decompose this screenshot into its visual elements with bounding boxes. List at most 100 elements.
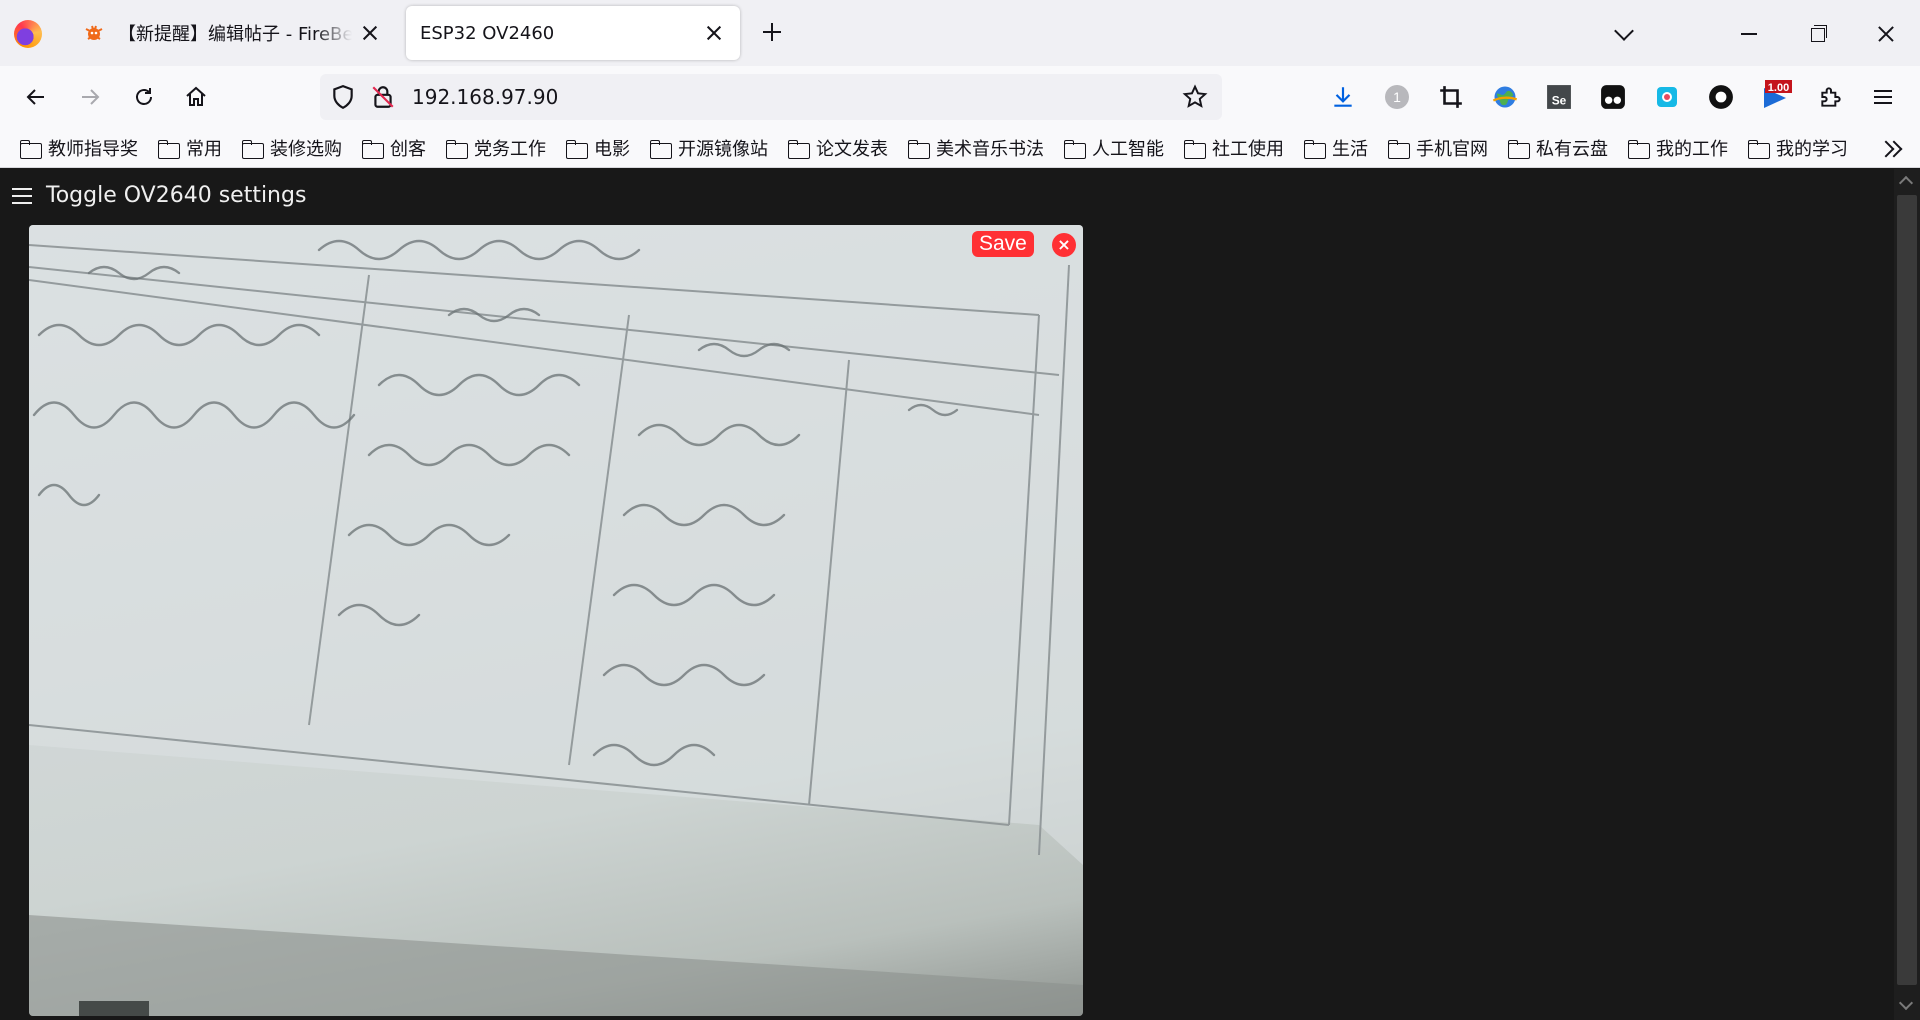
list-all-tabs-chevron-icon[interactable] [1606, 16, 1642, 52]
bookmark-label: 开源镜像站 [678, 139, 768, 160]
back-arrow-icon[interactable] [18, 79, 54, 115]
download-icon[interactable] [1326, 80, 1360, 114]
folder-icon [650, 139, 672, 159]
bookmark-folder[interactable]: 创客 [362, 134, 426, 162]
tab-close-icon[interactable] [702, 21, 726, 45]
folder-icon [1388, 139, 1410, 159]
tab-edit-post[interactable]: 【新提醒】编辑帖子 - FireBeetle [66, 6, 396, 60]
scroll-up-arrow-icon[interactable] [1898, 175, 1914, 191]
video-speed-icon[interactable]: 1.00 [1758, 80, 1792, 114]
more-bookmarks-chevron-icon[interactable] [1880, 138, 1902, 160]
counter-badge-text: 1 [1393, 89, 1401, 105]
folder-icon [20, 139, 42, 159]
bookmark-star-icon[interactable] [1182, 84, 1208, 114]
bookmark-folder[interactable]: 党务工作 [446, 134, 546, 162]
bookmark-folder[interactable]: 美术音乐书法 [908, 134, 1044, 162]
navigation-toolbar: 192.168.97.90 1 Se 1.00 [0, 66, 1920, 128]
folder-icon [362, 139, 384, 159]
tab-title: 【新提醒】编辑帖子 - FireBeetle [118, 24, 352, 45]
selenium-label: Se [1552, 94, 1567, 108]
bookmark-folder[interactable]: 生活 [1304, 134, 1368, 162]
bookmark-label: 常用 [186, 139, 222, 160]
folder-icon [1064, 139, 1086, 159]
save-button[interactable]: Save [972, 231, 1034, 257]
folder-icon [566, 139, 588, 159]
bookmark-label: 装修选购 [270, 139, 342, 160]
bookmark-folder[interactable]: 手机官网 [1388, 134, 1488, 162]
bookmark-label: 论文发表 [816, 139, 888, 160]
bookmark-folder[interactable]: 装修选购 [242, 134, 342, 162]
bookmark-folder[interactable]: 教师指导奖 [20, 134, 138, 162]
home-icon[interactable] [178, 79, 214, 115]
crop-tool-icon[interactable] [1434, 80, 1468, 114]
forward-arrow-icon[interactable] [72, 79, 108, 115]
bookmark-label: 电影 [594, 139, 630, 160]
bookmark-folder[interactable]: 常用 [158, 134, 222, 162]
tab-title: ESP32 OV2460 [420, 22, 555, 44]
minimize-window-icon[interactable] [1731, 16, 1767, 52]
bookmark-label: 美术音乐书法 [936, 139, 1044, 160]
tab-esp32[interactable]: ESP32 OV2460 [406, 6, 740, 60]
shield-icon[interactable] [330, 84, 356, 114]
bookmark-label: 创客 [390, 139, 426, 160]
folder-icon [1304, 139, 1326, 159]
scrollbar-thumb[interactable] [1897, 195, 1917, 985]
url-text[interactable]: 192.168.97.90 [412, 85, 558, 109]
bookmark-label: 生活 [1332, 139, 1368, 160]
scroll-down-arrow-icon[interactable] [1898, 995, 1914, 1011]
restore-window-icon[interactable] [1800, 16, 1836, 52]
bookmark-folder[interactable]: 我的学习 [1748, 134, 1848, 162]
firefox-logo-icon[interactable] [14, 20, 42, 48]
bookmark-folder[interactable]: 论文发表 [788, 134, 888, 162]
folder-icon [908, 139, 930, 159]
bookmark-label: 社工使用 [1212, 139, 1284, 160]
bookmark-label: 我的工作 [1656, 139, 1728, 160]
firebeetle-favicon-icon [80, 19, 108, 47]
tampermonkey-icon[interactable] [1596, 80, 1630, 114]
bookmarks-toolbar: 教师指导奖 常用 装修选购 创客 党务工作 电影 开源镜像站 论文发表 美术音乐… [0, 128, 1920, 168]
folder-icon [158, 139, 180, 159]
address-bar[interactable]: 192.168.97.90 [320, 74, 1222, 120]
new-tab-icon[interactable] [758, 18, 786, 46]
counter-extension-icon[interactable]: 1 [1380, 80, 1414, 114]
folder-icon [1508, 139, 1530, 159]
folder-icon [446, 139, 468, 159]
camera-frame-drawing [29, 225, 1083, 1016]
folder-icon [242, 139, 264, 159]
extensions-puzzle-icon[interactable] [1814, 80, 1848, 114]
page-content: Toggle OV2640 settings Save × [0, 169, 1894, 1020]
folder-icon [1628, 139, 1650, 159]
folder-icon [1748, 139, 1770, 159]
bookmark-folder[interactable]: 我的工作 [1628, 134, 1728, 162]
bookmark-label: 党务工作 [474, 139, 546, 160]
speed-badge-text: 1.00 [1768, 82, 1789, 94]
page-scrollbar[interactable] [1894, 169, 1920, 1020]
bookmark-folder[interactable]: 电影 [566, 134, 630, 162]
reload-icon[interactable] [126, 79, 162, 115]
close-window-icon[interactable] [1868, 16, 1904, 52]
bookmark-folder[interactable]: 人工智能 [1064, 134, 1164, 162]
bookmark-folder[interactable]: 社工使用 [1184, 134, 1284, 162]
insecure-lock-icon[interactable] [370, 84, 396, 114]
bookmark-folder[interactable]: 私有云盘 [1508, 134, 1608, 162]
hamburger-menu-icon[interactable] [1866, 80, 1900, 114]
bookmark-label: 手机官网 [1416, 139, 1488, 160]
screen-recorder-icon[interactable] [1650, 80, 1684, 114]
circle-extension-icon[interactable] [1704, 80, 1738, 114]
bookmark-label: 教师指导奖 [48, 139, 138, 160]
hamburger-menu-icon [12, 187, 32, 205]
folder-icon [788, 139, 810, 159]
selenium-ide-icon[interactable]: Se [1542, 80, 1576, 114]
close-stream-button[interactable]: × [1052, 233, 1076, 257]
bookmark-folder[interactable]: 开源镜像站 [650, 134, 768, 162]
bookmark-label: 我的学习 [1776, 139, 1848, 160]
bookmark-label: 私有云盘 [1536, 139, 1608, 160]
tab-strip: 【新提醒】编辑帖子 - FireBeetle ESP32 OV2460 [0, 0, 1920, 66]
toggle-settings-label: Toggle OV2640 settings [46, 183, 307, 208]
bookmark-label: 人工智能 [1092, 139, 1164, 160]
folder-icon [1184, 139, 1206, 159]
globe-extension-icon[interactable] [1488, 80, 1522, 114]
toggle-settings-button[interactable]: Toggle OV2640 settings [12, 183, 306, 208]
tab-close-icon[interactable] [358, 21, 382, 45]
camera-stream-image [29, 225, 1083, 1016]
